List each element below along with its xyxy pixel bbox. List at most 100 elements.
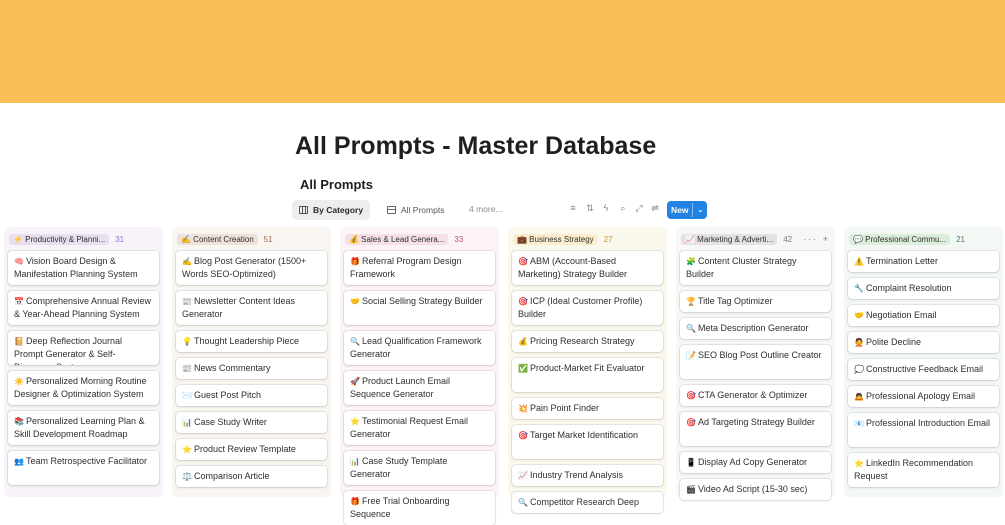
prompt-card[interactable]: 📈 Industry Trend Analysis (512, 465, 663, 486)
prompt-card[interactable]: 🔍 Competitor Research Deep (512, 492, 663, 513)
prompt-card[interactable]: ⚖️ Comparison Article (176, 466, 327, 487)
column-group-tag[interactable]: 💬 Professional Commu... (849, 233, 951, 245)
prompt-card[interactable]: 💡 Thought Leadership Piece (176, 331, 327, 352)
prompt-card[interactable]: 🚀 Product Launch Email Sequence Generator (344, 371, 495, 405)
prompt-card[interactable]: 🎬 Video Ad Script (15-30 sec) (680, 479, 831, 500)
prompt-card[interactable]: 🏆 Title Tag Optimizer (680, 291, 831, 312)
prompt-card[interactable]: 🤝 Negotiation Email (848, 305, 999, 326)
prompt-card[interactable]: 📊 Case Study Writer (176, 412, 327, 433)
prompt-card[interactable]: 📚 Personalized Learning Plan & Skill Deve… (8, 411, 159, 445)
column-header: 📈 Marketing & Adverti... 42 ··· + (681, 232, 830, 246)
card-emoji-icon: ☀️ (14, 377, 24, 386)
prompt-card[interactable]: 💥 Pain Point Finder (512, 398, 663, 419)
prompt-card[interactable]: 🎁 Free Trial Onboarding Sequence (344, 491, 495, 525)
card-emoji-icon: 📰 (182, 364, 192, 373)
column-group-tag[interactable]: ✍️ Content Creation (177, 233, 258, 245)
card-emoji-icon: 📊 (182, 418, 192, 427)
prompt-card[interactable]: 🔍 Meta Description Generator (680, 318, 831, 339)
prompt-card[interactable]: 🔧 Complaint Resolution (848, 278, 999, 299)
prompt-card[interactable]: 👥 Team Retrospective Facilitator (8, 451, 159, 485)
table-icon (387, 206, 396, 214)
column-actions[interactable]: ··· + (803, 234, 830, 244)
search-icon[interactable]: ⌕ (617, 203, 629, 214)
tab-label: All Prompts (401, 205, 445, 215)
prompt-card[interactable]: 🎁 Referral Program Design Framework (344, 251, 495, 285)
card-emoji-icon: ⚖️ (182, 472, 192, 481)
prompt-card[interactable]: ✅ Product-Market Fit Evaluator (512, 358, 663, 392)
tab-all-prompts[interactable]: All Prompts (380, 200, 451, 220)
prompt-card[interactable]: 🎯 Target Market Identification (512, 425, 663, 459)
card-emoji-icon: 🎯 (686, 391, 696, 400)
card-emoji-icon: 📰 (182, 297, 192, 306)
column-group-tag[interactable]: ⚡ Productivity & Planni... (9, 233, 110, 245)
card-emoji-icon: 📱 (686, 458, 696, 467)
prompt-card[interactable]: ✉️ Guest Post Pitch (176, 385, 327, 406)
sort-icon[interactable]: ⇅ (584, 203, 596, 214)
column-group-tag[interactable]: 💼 Business Strategy (513, 233, 598, 245)
prompt-card[interactable]: 🎯 CTA Generator & Optimizer (680, 385, 831, 406)
settings-icon[interactable]: ⇌ (649, 203, 661, 214)
card-title: Personalized Morning Routine Designer & … (14, 376, 147, 399)
column-count: 33 (454, 234, 464, 244)
card-emoji-icon: ✉️ (182, 391, 192, 400)
prompt-card[interactable]: ⭐ Testimonial Request Email Generator (344, 411, 495, 445)
column-group-tag[interactable]: 📈 Marketing & Adverti... (681, 233, 778, 245)
prompt-card[interactable]: 💭 Constructive Feedback Email (848, 359, 999, 380)
prompt-card[interactable]: 💰 Pricing Research Strategy (512, 331, 663, 352)
prompt-card[interactable]: 🔍 Lead Qualification Framework Generator (344, 331, 495, 365)
card-title: Display Ad Copy Generator (697, 457, 808, 467)
card-emoji-icon: 📚 (14, 417, 24, 426)
card-emoji-icon: 🔍 (686, 324, 696, 333)
card-emoji-icon: 🎯 (518, 297, 528, 306)
tab-label: By Category (313, 205, 364, 215)
column-count: 42 (783, 234, 793, 244)
prompt-card[interactable]: 🎯 ICP (Ideal Customer Profile) Builder (512, 291, 663, 325)
prompt-card[interactable]: 🧠 Vision Board Design & Manifestation Pla… (8, 251, 159, 285)
prompt-card[interactable]: 🙇 Professional Apology Email (848, 386, 999, 407)
card-title: Negotiation Email (865, 310, 937, 320)
prompt-card[interactable]: ✍️ Blog Post Generator (1500+ Words SEO-O… (176, 251, 327, 285)
prompt-card[interactable]: 🎯 ABM (Account-Based Marketing) Strategy … (512, 251, 663, 285)
card-emoji-icon: 🧩 (686, 257, 696, 266)
prompt-card[interactable]: 🎯 Ad Targeting Strategy Builder (680, 412, 831, 446)
expand-icon[interactable]: ⤢ (633, 203, 645, 214)
prompt-card[interactable]: 📰 Newsletter Content Ideas Generator (176, 291, 327, 325)
cover-banner (0, 0, 1005, 103)
prompt-card[interactable]: 📝 SEO Blog Post Outline Creator (680, 345, 831, 379)
prompt-card[interactable]: ⭐ LinkedIn Recommendation Request (848, 453, 999, 487)
more-views-link[interactable]: 4 more... (469, 204, 503, 214)
prompt-card[interactable]: ☀️ Personalized Morning Routine Designer … (8, 371, 159, 405)
card-title: Meta Description Generator (697, 323, 809, 333)
prompt-card[interactable]: ⚠️ Termination Letter (848, 251, 999, 272)
prompt-card[interactable]: 🙅 Polite Decline (848, 332, 999, 353)
automation-icon[interactable]: ϟ (600, 203, 612, 213)
card-title: ABM (Account-Based Marketing) Strategy B… (518, 256, 628, 279)
column-group-tag[interactable]: 💰 Sales & Lead Genera... (345, 233, 449, 245)
column-count: 31 (115, 234, 125, 244)
card-emoji-icon: 🎯 (518, 431, 528, 440)
prompt-card[interactable]: 📱 Display Ad Copy Generator (680, 452, 831, 473)
card-title: Pain Point Finder (529, 403, 600, 413)
tab-by-category[interactable]: By Category (292, 200, 371, 220)
prompt-card[interactable]: 🤝 Social Selling Strategy Builder (344, 291, 495, 325)
card-title: Comprehensive Annual Review & Year-Ahead… (14, 296, 152, 319)
chevron-down-icon[interactable]: ⌄ (697, 206, 703, 214)
card-title: Competitor Research Deep (529, 497, 640, 507)
prompt-card[interactable]: 📊 Case Study Template Generator (344, 451, 495, 485)
new-button[interactable]: New ⌄ (667, 201, 707, 219)
card-emoji-icon: 🤝 (350, 297, 360, 306)
card-title: Product Review Template (193, 444, 296, 454)
prompt-card[interactable]: 🧩 Content Cluster Strategy Builder (680, 251, 831, 285)
card-emoji-icon: 👥 (14, 457, 24, 466)
card-emoji-icon: 💭 (854, 365, 864, 374)
prompt-card[interactable]: ⭐ Product Review Template (176, 439, 327, 460)
board-column: 💼 Business Strategy 27 🎯 ABM (Account-Based… (508, 227, 667, 513)
prompt-card[interactable]: 📅 Comprehensive Annual Review & Year-Ahea… (8, 291, 159, 325)
prompt-card[interactable]: 📔 Deep Reflection Journal Prompt Generato… (8, 331, 159, 365)
card-title: SEO Blog Post Outline Creator (697, 350, 822, 360)
prompt-card[interactable]: 📧 Professional Introduction Email (848, 413, 999, 447)
prompt-card[interactable]: 📰 News Commentary (176, 358, 327, 379)
board-column: ✍️ Content Creation 51 ✍️ Blog Post Generat… (172, 227, 331, 497)
database-view-title[interactable]: All Prompts (300, 177, 373, 192)
filter-icon[interactable]: ≡ (567, 203, 579, 213)
